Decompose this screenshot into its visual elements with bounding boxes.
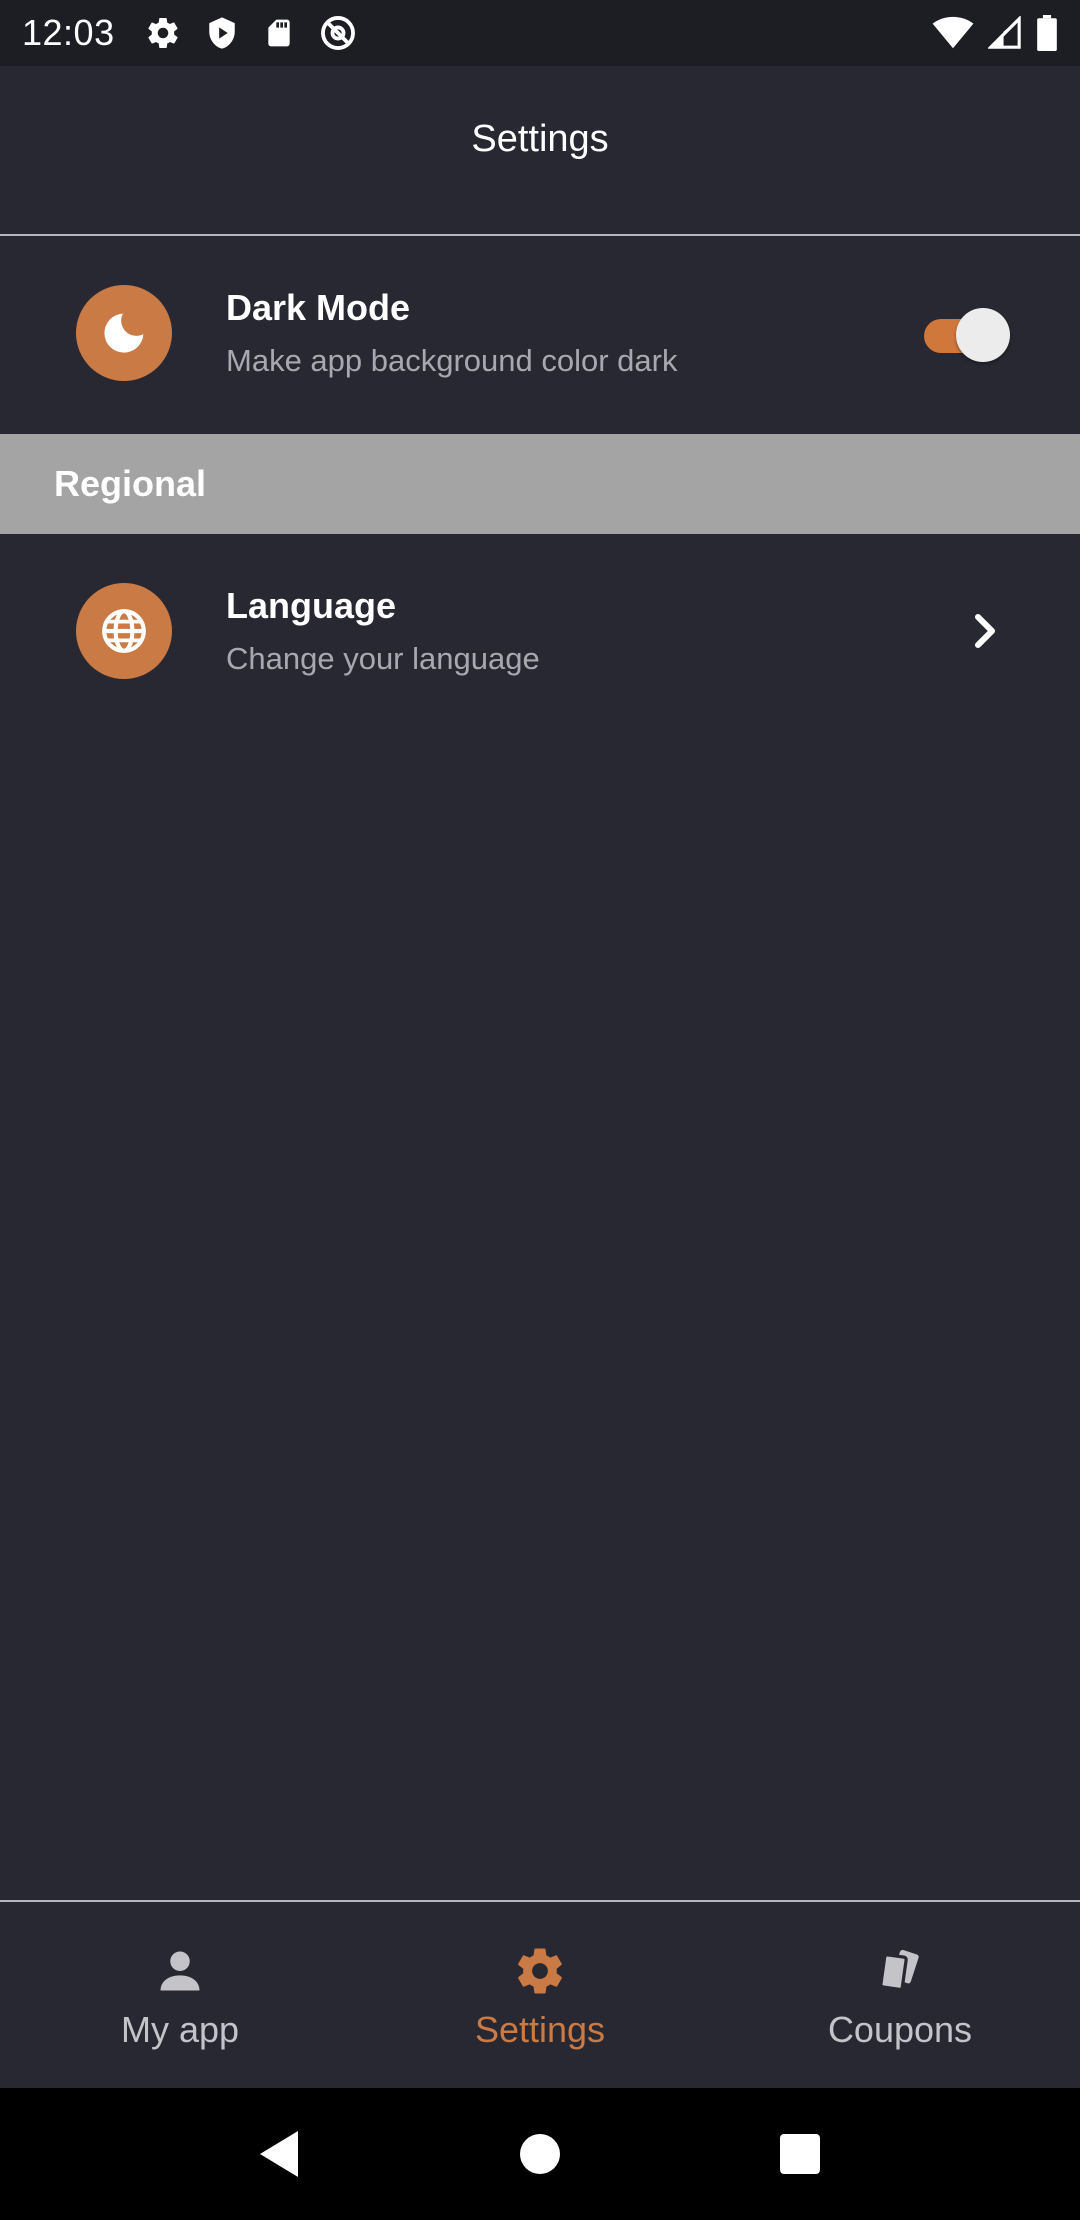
cell-signal-icon [988, 16, 1022, 50]
language-title: Language [226, 585, 397, 626]
nav-item-coupons[interactable]: Coupons [720, 1902, 1080, 2088]
dark-mode-subtitle: Make app background color dark [226, 343, 678, 378]
language-text: Language Change your language [226, 585, 540, 677]
nav-label-my-app: My app [120, 2009, 240, 2050]
language-subtitle: Change your language [226, 641, 540, 676]
language-row[interactable]: Language Change your language [0, 536, 1080, 726]
language-icon-badge [76, 583, 172, 679]
screen: 12:03 Settings Dark Mode Make app backgr… [0, 0, 1080, 2220]
dark-mode-row[interactable]: Dark Mode Make app background color dark [0, 238, 1080, 428]
bottom-nav: My app Settings Coupons [0, 1900, 1080, 2088]
page-title: Settings [471, 117, 609, 160]
toggle-thumb [956, 308, 1010, 362]
status-bar: 12:03 [0, 0, 1080, 66]
status-time: 12:03 [22, 12, 115, 53]
app-bar: Settings [0, 66, 1080, 236]
dark-mode-title: Dark Mode [226, 287, 411, 328]
moon-icon [98, 307, 150, 359]
dark-mode-icon-badge [76, 285, 172, 381]
coupon-cards-icon [872, 1943, 928, 1999]
status-icons-left [145, 14, 357, 52]
sd-card-icon [263, 16, 295, 50]
dark-mode-text: Dark Mode Make app background color dark [226, 287, 677, 379]
nav-item-settings[interactable]: Settings [360, 1902, 720, 2088]
recents-icon[interactable] [770, 2124, 830, 2184]
person-icon [152, 1943, 208, 1999]
back-icon[interactable] [250, 2124, 310, 2184]
at-sign-icon [319, 14, 357, 52]
nav-item-my-app[interactable]: My app [0, 1902, 360, 2088]
globe-icon [99, 606, 149, 656]
wifi-icon [932, 16, 974, 50]
section-header-label: Regional [54, 463, 207, 504]
dark-mode-toggle[interactable] [920, 303, 1010, 363]
section-header-regional: Regional [0, 434, 1080, 534]
nav-label-settings: Settings [474, 2009, 606, 2050]
gear-icon [512, 1943, 568, 1999]
home-icon[interactable] [510, 2124, 570, 2184]
battery-icon [1036, 15, 1058, 51]
shield-icon [205, 15, 239, 51]
chevron-right-icon[interactable] [966, 611, 1006, 651]
status-icons-right [932, 15, 1058, 51]
nav-label-coupons: Coupons [827, 2009, 973, 2050]
gear-icon [145, 15, 181, 51]
system-nav-bar [0, 2088, 1080, 2220]
